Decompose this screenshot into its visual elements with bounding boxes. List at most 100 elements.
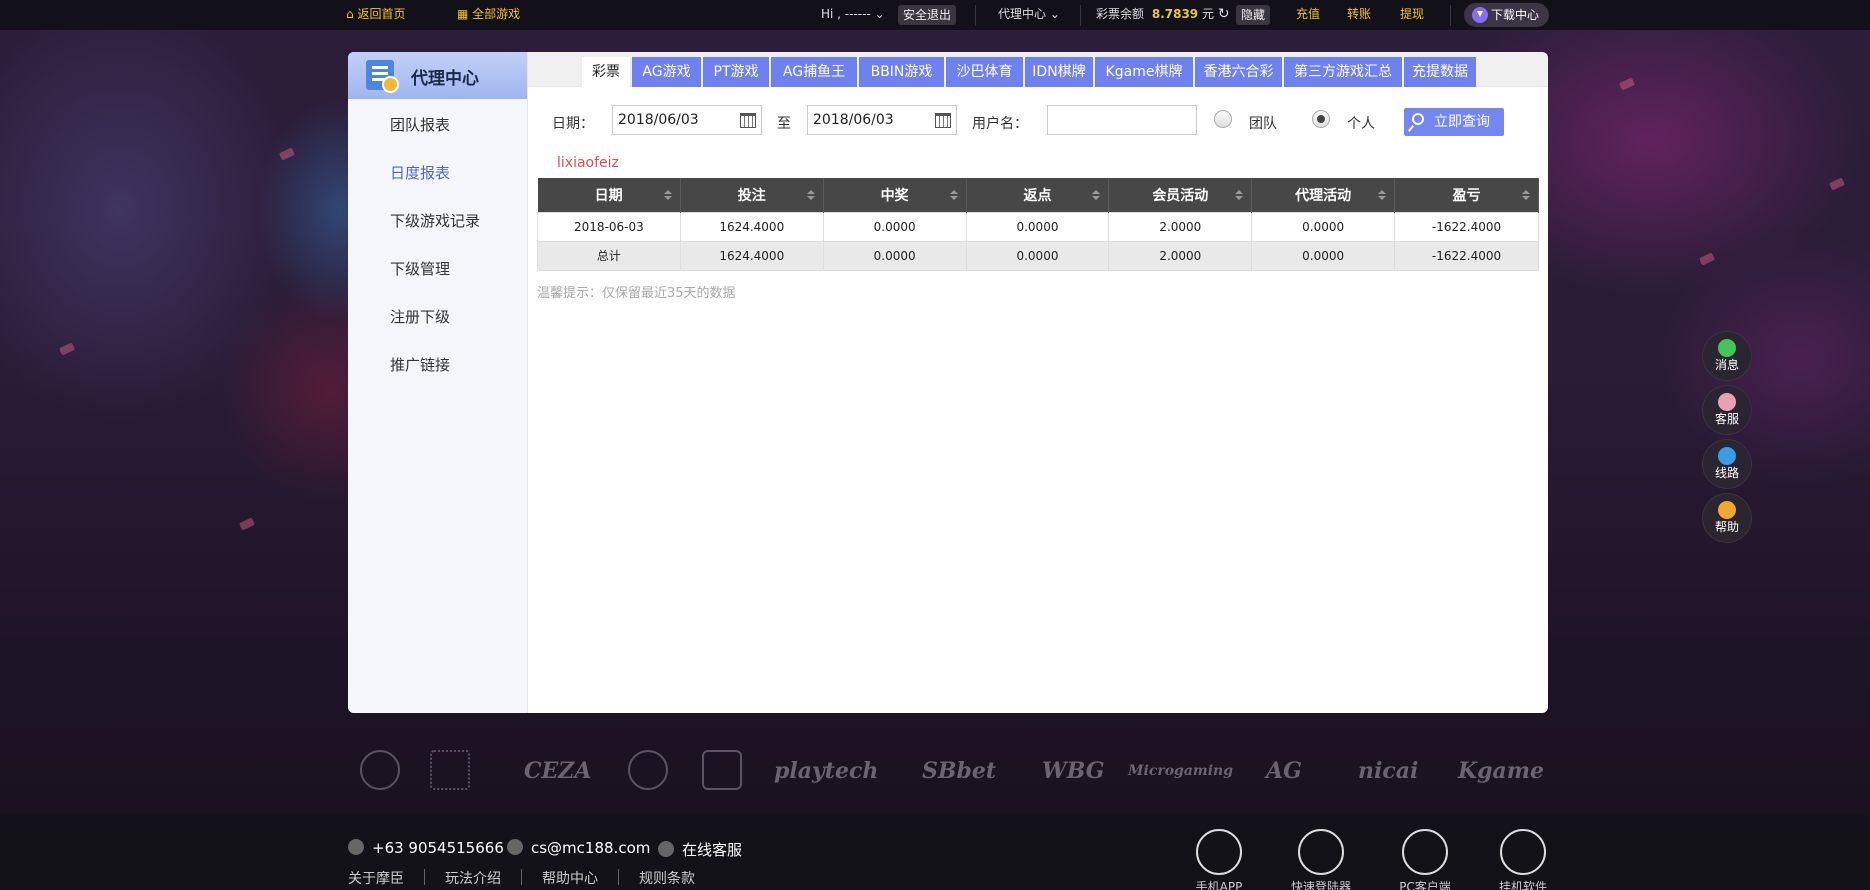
- all-games-link[interactable]: ▦ 全部游戏: [457, 0, 520, 31]
- column-header[interactable]: 返点: [966, 178, 1110, 212]
- home-label: 返回首页: [357, 7, 406, 21]
- divider: [975, 5, 976, 26]
- sidebar-item-team-report[interactable]: 团队报表: [390, 114, 450, 135]
- agent-center-menu[interactable]: 代理中心 ⌄: [998, 0, 1060, 31]
- agent-center-label: 代理中心: [998, 7, 1047, 21]
- column-label: 盈亏: [1452, 187, 1481, 204]
- hide-balance-button[interactable]: 隐藏: [1236, 5, 1271, 25]
- balance-area: 彩票余额 8.7839 元 ↻: [1096, 0, 1230, 31]
- column-header[interactable]: 日期: [537, 178, 681, 212]
- help-button[interactable]: 帮助: [1703, 494, 1751, 542]
- sidebar-item-promo-link[interactable]: 推广链接: [390, 354, 450, 375]
- footer-email[interactable]: cs@mc188.com: [507, 839, 650, 857]
- sort-icon: [1235, 190, 1244, 200]
- sidebar-item-sub-management[interactable]: 下级管理: [390, 258, 450, 279]
- date-from-value: 2018/06/03: [618, 112, 699, 128]
- tab-ag-games[interactable]: AG游戏: [632, 57, 701, 87]
- footer-phone: +63 9054515666: [348, 839, 504, 857]
- message-button[interactable]: 消息: [1703, 332, 1751, 380]
- tab-idn-poker[interactable]: IDN棋牌: [1025, 57, 1093, 87]
- tab-saba-sports[interactable]: 沙巴体育: [946, 57, 1023, 87]
- agent-report-icon: [366, 60, 399, 93]
- table-cell: -1622.4000: [1394, 240, 1539, 271]
- browser-window-icon[interactable]: [1500, 829, 1546, 875]
- divider: [521, 869, 522, 885]
- route-button[interactable]: 线路: [1703, 440, 1751, 488]
- confetti-decoration: [1618, 77, 1636, 91]
- chat-icon: [1718, 339, 1736, 357]
- divider: [1450, 5, 1451, 26]
- help-icon: [1718, 501, 1736, 519]
- table-cell: 0.0000: [822, 211, 967, 242]
- mobile-app-label: 手机APP: [1195, 880, 1243, 890]
- sidebar-item-daily-report[interactable]: 日度报表: [390, 162, 450, 183]
- tab-deposit-withdraw[interactable]: 充提数据: [1404, 57, 1476, 87]
- calendar-icon[interactable]: [740, 113, 756, 128]
- tab-hk-mark-six[interactable]: 香港六合彩: [1195, 57, 1282, 87]
- sidebar: 代理中心 团队报表 日度报表 下级游戏记录 下级管理 注册下级 推广链接: [348, 52, 528, 713]
- divider: [618, 869, 619, 885]
- partner-logo-microgaming: Microgaming: [1128, 763, 1234, 779]
- confetti-decoration: [1828, 177, 1846, 191]
- phone-text: +63 9054515666: [372, 839, 504, 857]
- footer-online-service[interactable]: 在线客服: [658, 839, 742, 860]
- query-button[interactable]: 立即查询: [1404, 108, 1504, 136]
- radio-team[interactable]: [1214, 110, 1232, 128]
- column-header[interactable]: 投注: [680, 178, 824, 212]
- partner-logo-playtech: playtech: [774, 758, 879, 784]
- user-menu[interactable]: Hi , ------ ⌄: [821, 0, 885, 31]
- tab-ag-fishing[interactable]: AG捕鱼王: [771, 57, 857, 87]
- partner-logo-sbbet: SBbet: [922, 758, 997, 784]
- sidebar-item-register-sub[interactable]: 注册下级: [390, 306, 450, 327]
- customer-service-button[interactable]: 客服: [1703, 386, 1751, 434]
- balance-unit: 元: [1201, 7, 1214, 21]
- download-center-label: 下载中心: [1491, 8, 1540, 22]
- tab-third-party-summary[interactable]: 第三方游戏汇总: [1284, 57, 1402, 87]
- tab-pt-games[interactable]: PT游戏: [703, 57, 769, 87]
- column-header[interactable]: 会员活动: [1108, 178, 1253, 212]
- username-input[interactable]: [1047, 105, 1197, 135]
- deposit-link[interactable]: 充值: [1296, 0, 1320, 31]
- crest-logo: [430, 750, 470, 790]
- footer-link-help[interactable]: 帮助中心: [542, 868, 598, 888]
- tab-lottery[interactable]: 彩票: [582, 57, 630, 87]
- table-cell: 2.0000: [1108, 240, 1253, 271]
- rocket-icon[interactable]: [1298, 829, 1344, 875]
- seal-logo: [360, 750, 400, 790]
- windows-icon[interactable]: [1402, 829, 1448, 875]
- footer-link-about[interactable]: 关于摩臣: [348, 868, 404, 888]
- date-from-input[interactable]: 2018/06/03: [612, 105, 762, 135]
- table-cell: 2.0000: [1108, 211, 1253, 242]
- mobile-app-icon[interactable]: [1196, 829, 1242, 875]
- refresh-icon[interactable]: ↻: [1218, 6, 1230, 22]
- tab-bbin-games[interactable]: BBIN游戏: [859, 57, 944, 87]
- home-link[interactable]: ⌂ 返回首页: [346, 0, 405, 31]
- retention-tip: 温馨提示：仅保留最近35天的数据: [537, 286, 736, 301]
- download-center-button[interactable]: 下载中心: [1464, 3, 1549, 27]
- query-button-label: 立即查询: [1434, 114, 1490, 130]
- logout-label: 安全退出: [898, 5, 957, 25]
- sidebar-item-sub-game-records[interactable]: 下级游戏记录: [390, 210, 480, 231]
- column-header[interactable]: 盈亏: [1394, 178, 1539, 212]
- logout-button[interactable]: 安全退出: [898, 5, 957, 25]
- table-cell: 0.0000: [965, 211, 1110, 242]
- date-to-input[interactable]: 2018/06/03: [807, 105, 957, 135]
- table-cell: 0.0000: [965, 240, 1110, 271]
- calendar-icon[interactable]: [935, 113, 951, 128]
- partner-logo-nicai: nicai: [1358, 758, 1419, 784]
- mail-icon: [507, 839, 523, 855]
- chevron-down-icon: ⌄: [874, 7, 885, 21]
- radio-personal[interactable]: [1312, 110, 1330, 128]
- footer-link-howto[interactable]: 玩法介绍: [445, 868, 501, 888]
- chevron-down-icon: ⌄: [1049, 7, 1060, 21]
- withdraw-link[interactable]: 提现: [1400, 0, 1424, 31]
- tab-kgame-poker[interactable]: Kgame棋牌: [1095, 57, 1193, 87]
- balance-value: 8.7839: [1151, 7, 1199, 21]
- table-cell: 0.0000: [1251, 240, 1396, 271]
- partner-logo-ceza: CEZA: [524, 758, 592, 784]
- all-games-label: 全部游戏: [472, 7, 521, 21]
- transfer-link[interactable]: 转账: [1347, 0, 1371, 31]
- footer-link-rules[interactable]: 规则条款: [639, 868, 695, 888]
- column-header[interactable]: 中奖: [823, 178, 967, 212]
- column-header[interactable]: 代理活动: [1251, 178, 1396, 212]
